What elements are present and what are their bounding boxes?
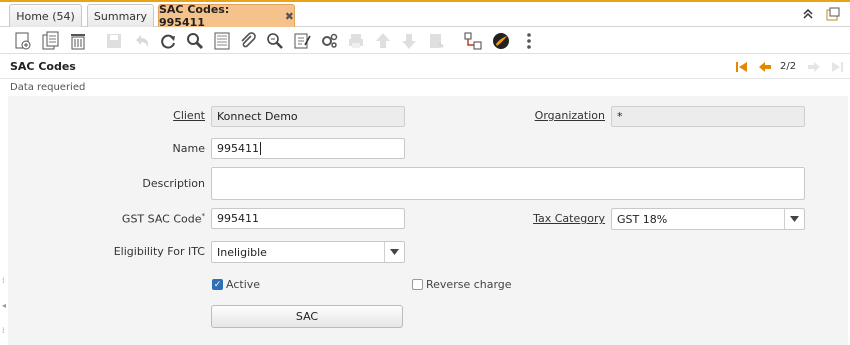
- text-cursor: [260, 142, 261, 155]
- reverse-charge-checkbox[interactable]: Reverse charge: [412, 278, 512, 291]
- close-icon[interactable]: ✖: [285, 10, 294, 23]
- reverse-charge-label: Reverse charge: [426, 278, 512, 291]
- process-icon[interactable]: [318, 30, 340, 52]
- tab-label: Home (54): [16, 9, 75, 23]
- previous-record-icon[interactable]: [757, 60, 773, 74]
- organization-field[interactable]: *: [611, 106, 805, 127]
- new-window-icon[interactable]: [825, 6, 841, 22]
- gst-sac-code-label-text: GST SAC Code: [121, 212, 202, 226]
- archive-icon[interactable]: [425, 30, 447, 52]
- tab-home[interactable]: Home (54): [9, 4, 82, 27]
- first-record-icon[interactable]: [734, 60, 750, 74]
- save-icon[interactable]: [103, 30, 125, 52]
- tax-category-value: GST 18%: [617, 213, 668, 226]
- toolbar: [0, 27, 850, 54]
- form-panel: Client Konnect Demo Organization * Name …: [8, 96, 848, 345]
- window-header: SAC Codes 2/2: [0, 55, 850, 79]
- description-field[interactable]: [211, 167, 805, 200]
- organization-label[interactable]: Organization: [508, 109, 605, 122]
- tab-label: SAC Codes: 995411: [159, 3, 230, 29]
- find-icon[interactable]: [184, 30, 206, 52]
- zoom-across-icon[interactable]: [264, 30, 286, 52]
- gst-sac-code-label: GST SAC Code*: [98, 212, 205, 226]
- side-panel-handle[interactable]: ⁞ ◂ ⁞: [0, 96, 8, 345]
- tab-summary[interactable]: Summary: [87, 4, 154, 27]
- page-title: SAC Codes: [10, 60, 76, 73]
- collapse-icon[interactable]: [800, 6, 816, 22]
- eligibility-itc-label: Eligibility For ITC: [113, 245, 205, 258]
- tax-category-label[interactable]: Tax Category: [508, 212, 605, 225]
- undo-icon[interactable]: [131, 30, 153, 52]
- sac-button[interactable]: SAC: [211, 305, 403, 328]
- description-label: Description: [142, 177, 205, 190]
- copy-record-icon[interactable]: [40, 30, 62, 52]
- parent-record-icon[interactable]: [372, 30, 394, 52]
- next-record-icon[interactable]: [806, 60, 822, 74]
- workflow-icon[interactable]: [462, 30, 484, 52]
- eligibility-itc-value: Ineligible: [217, 246, 267, 259]
- tab-bar: Home (54) Summary SAC Codes: 995411 ✖: [0, 0, 850, 29]
- print-icon[interactable]: [345, 30, 367, 52]
- required-mark: *: [201, 212, 206, 220]
- status-message: Data requeried: [10, 82, 86, 93]
- report-icon[interactable]: [291, 30, 313, 52]
- new-record-icon[interactable]: [12, 30, 34, 52]
- help-logo-icon[interactable]: [490, 30, 512, 52]
- gst-sac-code-field[interactable]: 995411: [211, 208, 405, 229]
- detail-record-icon[interactable]: [398, 30, 420, 52]
- client-field[interactable]: Konnect Demo: [211, 106, 405, 127]
- delete-icon[interactable]: [67, 30, 89, 52]
- client-label[interactable]: Client: [108, 109, 205, 122]
- tax-category-select[interactable]: GST 18%: [611, 208, 805, 230]
- tab-sac-codes[interactable]: SAC Codes: 995411 ✖: [158, 3, 295, 29]
- active-label: Active: [226, 278, 261, 291]
- refresh-icon[interactable]: [157, 30, 179, 52]
- name-value: 995411: [217, 142, 259, 155]
- grid-toggle-icon[interactable]: [211, 30, 233, 52]
- last-record-icon[interactable]: [829, 60, 845, 74]
- record-position: 2/2: [780, 61, 797, 72]
- more-options-icon[interactable]: [518, 30, 540, 52]
- checkmark-icon[interactable]: ✓: [212, 279, 223, 290]
- chevron-down-icon[interactable]: [784, 209, 804, 229]
- active-checkbox[interactable]: ✓ Active: [212, 278, 260, 291]
- name-field[interactable]: 995411: [211, 138, 405, 159]
- name-label: Name: [172, 142, 205, 155]
- eligibility-itc-select[interactable]: Ineligible: [211, 241, 405, 263]
- checkbox-empty-icon[interactable]: [412, 279, 423, 290]
- attachment-icon[interactable]: [237, 30, 259, 52]
- chevron-down-icon[interactable]: [384, 242, 404, 262]
- accent-line: [0, 0, 850, 2]
- tab-label: Summary: [93, 9, 148, 23]
